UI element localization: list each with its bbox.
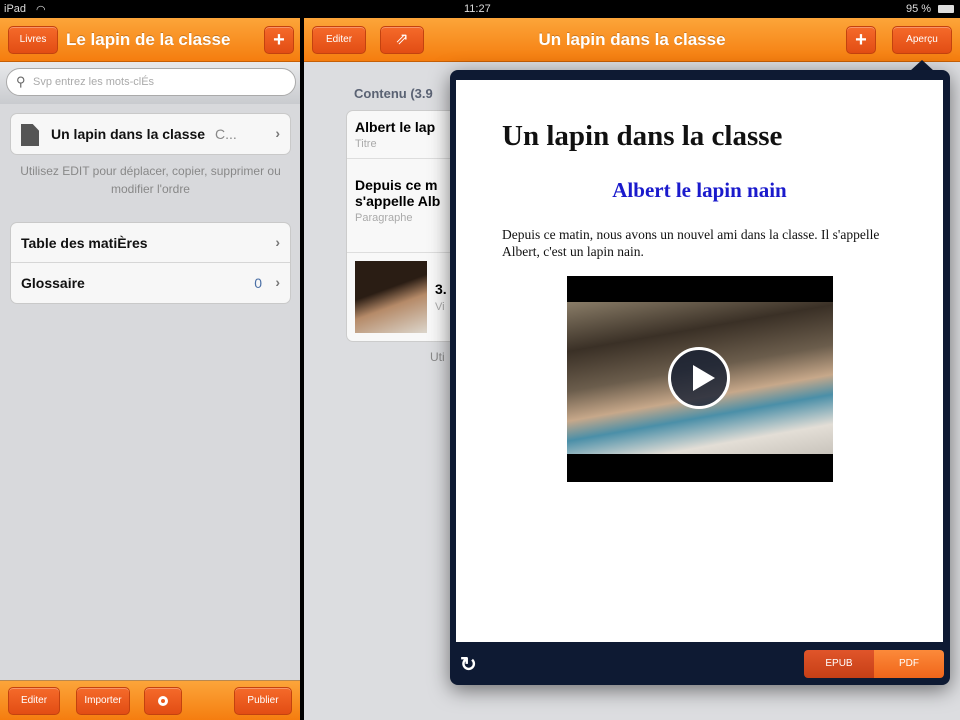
- refresh-icon[interactable]: ↻: [460, 652, 477, 677]
- pdf-button[interactable]: PDF: [874, 650, 944, 678]
- play-button[interactable]: [668, 347, 730, 409]
- device-label: iPad: [4, 3, 27, 15]
- settings-button[interactable]: [144, 687, 182, 715]
- gear-icon: [158, 696, 168, 706]
- status-bar: iPad ◠ 11:27 95 %: [0, 0, 960, 18]
- section-header: Contenu (3.9: [354, 86, 433, 101]
- search-bar: ⚲ Svp entrez les mots-clÉs: [0, 62, 300, 104]
- clock: 11:27: [464, 3, 491, 15]
- document-icon: [21, 124, 39, 146]
- publish-button[interactable]: Publier: [234, 687, 292, 715]
- search-input[interactable]: ⚲ Svp entrez les mots-clÉs: [6, 68, 296, 96]
- nav-list: Table des matiÈres › Glossaire 0 ›: [10, 222, 291, 304]
- toc-row[interactable]: Table des matiÈres ›: [11, 223, 290, 263]
- chevron-right-icon: ›: [275, 234, 280, 250]
- battery-label: 95 %: [906, 3, 932, 15]
- preview-popover: Un lapin dans la classe Albert le lapin …: [450, 70, 950, 685]
- preview-button[interactable]: Aperçu: [892, 26, 952, 54]
- preview-heading: Albert le lapin nain: [612, 178, 787, 202]
- footer-hint: Uti: [430, 350, 445, 364]
- search-placeholder: Svp entrez les mots-clÉs: [33, 76, 155, 88]
- library-panel: Livres Le lapin de la classe + ⚲ Svp ent…: [0, 18, 300, 720]
- item-title: 3.: [435, 281, 447, 297]
- wifi-icon: ◠: [36, 4, 46, 16]
- left-nav-bar: Livres Le lapin de la classe +: [0, 18, 300, 62]
- glossary-row[interactable]: Glossaire 0 ›: [11, 263, 290, 303]
- search-icon: ⚲: [16, 74, 26, 89]
- play-icon: [693, 365, 715, 391]
- right-nav-bar: Editer ⇗ Un lapin dans la classe + Aperç…: [304, 18, 960, 62]
- item-type: Vi: [435, 301, 445, 313]
- epub-button[interactable]: EPUB: [804, 650, 874, 678]
- book-row-title: Un lapin dans la classe: [51, 126, 206, 142]
- preview-title: Un lapin dans la classe: [502, 120, 783, 152]
- import-button[interactable]: Importer: [76, 687, 130, 715]
- back-button[interactable]: Livres: [8, 26, 58, 54]
- edit-button[interactable]: Editer: [8, 687, 60, 715]
- chevron-right-icon: ›: [275, 125, 280, 141]
- add-button[interactable]: +: [846, 26, 876, 54]
- book-title: Le lapin de la classe: [66, 30, 231, 49]
- preview-paragraph: Depuis ce matin, nous avons un nouvel am…: [502, 227, 880, 259]
- left-toolbar: Editer Importer Publier: [0, 680, 300, 720]
- glossary-count: 0: [254, 275, 262, 291]
- video-player[interactable]: [567, 276, 833, 482]
- toc-label: Table des matiÈres: [21, 235, 148, 251]
- chevron-right-icon: ›: [275, 274, 280, 290]
- battery-icon: [938, 5, 954, 13]
- add-button[interactable]: +: [264, 26, 294, 54]
- book-row[interactable]: Un lapin dans la classe C... ›: [10, 113, 291, 155]
- preview-page: Un lapin dans la classe Albert le lapin …: [456, 80, 943, 642]
- glossary-label: Glossaire: [21, 275, 85, 291]
- video-thumbnail: [355, 261, 427, 333]
- edit-hint: Utilisez EDIT pour déplacer, copier, sup…: [20, 164, 281, 196]
- book-row-suffix: C...: [214, 126, 237, 142]
